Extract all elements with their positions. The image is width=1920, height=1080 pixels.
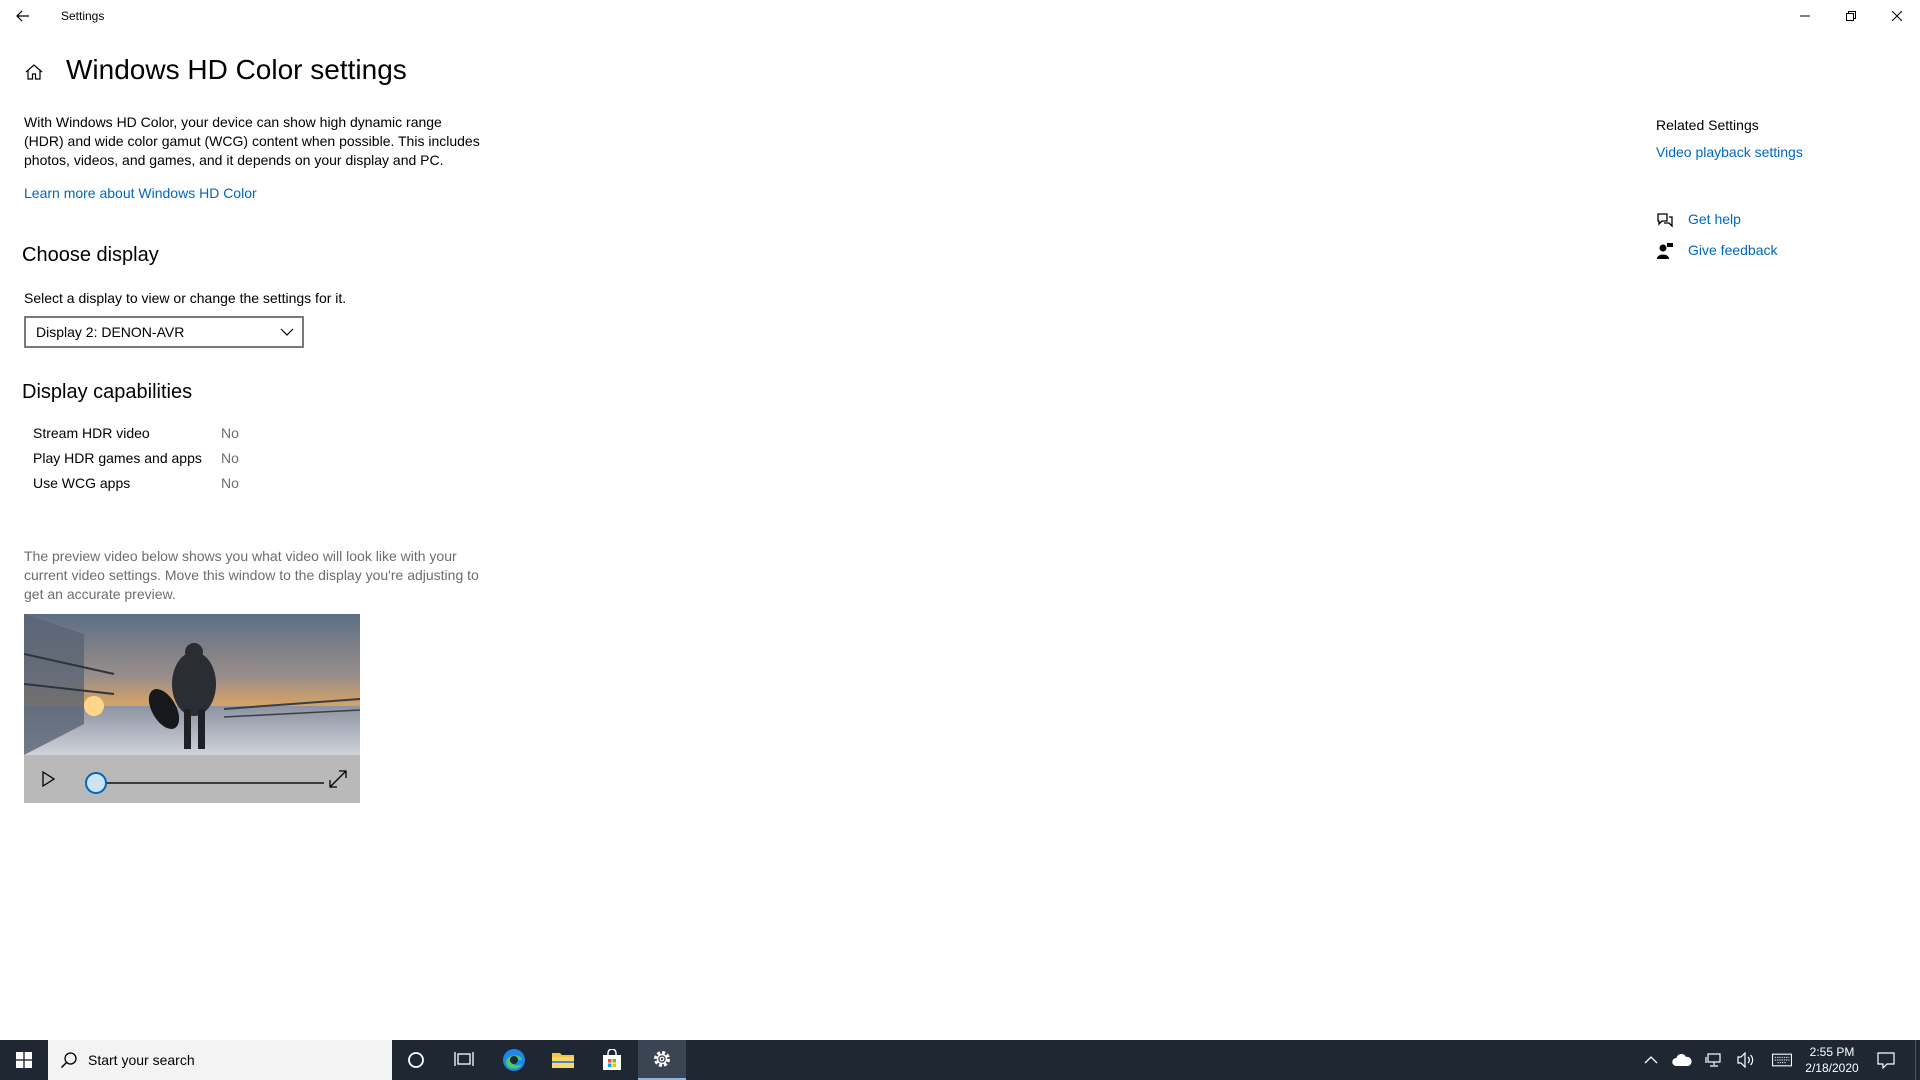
display-capabilities-heading: Display capabilities — [22, 381, 193, 403]
close-button[interactable] — [1874, 0, 1920, 32]
keyboard-icon — [1772, 1053, 1792, 1067]
learn-more-link[interactable]: Learn more about Windows HD Color — [24, 185, 257, 201]
intro-text: With Windows HD Color, your device can s… — [24, 114, 480, 168]
video-playback-settings-link[interactable]: Video playback settings — [1656, 144, 1803, 160]
video-frame — [24, 614, 360, 755]
capability-name: Stream HDR video — [33, 425, 150, 441]
home-button[interactable] — [24, 62, 44, 82]
edge-button[interactable] — [490, 1040, 538, 1080]
action-center-button[interactable] — [1876, 1050, 1896, 1070]
capability-value: No — [221, 475, 239, 491]
store-bag-icon — [603, 1049, 621, 1070]
home-icon — [25, 64, 43, 80]
capability-value: No — [221, 450, 239, 466]
video-controls — [24, 755, 360, 803]
network-icon — [1705, 1053, 1721, 1067]
restore-button[interactable] — [1828, 0, 1874, 32]
seek-slider-thumb[interactable] — [85, 772, 107, 794]
back-button[interactable] — [0, 0, 46, 32]
give-feedback-link[interactable]: Give feedback — [1688, 242, 1778, 258]
taskbar-clock[interactable]: 2:55 PM 2/18/2020 — [1797, 1044, 1867, 1076]
get-help-row[interactable]: Get help — [1656, 209, 1741, 231]
fullscreen-button[interactable] — [326, 767, 350, 791]
clock-time: 2:55 PM — [1809, 1045, 1855, 1059]
speaker-icon — [1737, 1052, 1754, 1068]
settings-window: Settings Windows HD Color settings With … — [0, 0, 1920, 1039]
search-placeholder: Start your search — [88, 1052, 195, 1068]
close-icon — [1892, 11, 1902, 21]
capability-value: No — [221, 425, 239, 441]
play-icon — [42, 770, 56, 788]
minimize-icon — [1800, 15, 1810, 17]
cortana-button[interactable] — [392, 1040, 440, 1080]
fullscreen-icon — [329, 770, 347, 788]
feedback-icon — [1657, 243, 1673, 259]
choose-display-heading: Choose display — [22, 244, 159, 266]
capability-name: Use WCG apps — [33, 475, 131, 491]
search-icon — [60, 1052, 77, 1069]
edge-icon — [503, 1049, 525, 1071]
cortana-icon — [408, 1052, 424, 1068]
volume-button[interactable] — [1736, 1050, 1756, 1070]
get-help-link[interactable]: Get help — [1688, 211, 1741, 227]
store-button[interactable] — [588, 1040, 636, 1080]
display-select-value: Display 2: DENON-AVR — [36, 324, 185, 340]
task-view-icon — [454, 1052, 474, 1066]
chevron-up-icon — [1644, 1056, 1658, 1064]
play-button[interactable] — [38, 769, 58, 789]
chat-help-icon — [1657, 213, 1673, 228]
show-desktop-button[interactable] — [1915, 1040, 1920, 1080]
related-settings-title: Related Settings — [1656, 117, 1759, 133]
seek-track[interactable] — [96, 782, 324, 784]
show-hidden-icons-button[interactable] — [1641, 1050, 1661, 1070]
display-select[interactable]: Display 2: DENON-AVR — [24, 316, 304, 348]
restore-icon — [1846, 11, 1856, 21]
give-feedback-row[interactable]: Give feedback — [1656, 240, 1778, 262]
windows-logo-icon — [16, 1052, 32, 1068]
gear-icon — [654, 1051, 670, 1067]
file-explorer-button[interactable] — [539, 1040, 587, 1080]
touch-keyboard-button[interactable] — [1772, 1050, 1792, 1070]
page-title: Windows HD Color settings — [66, 54, 407, 85]
minimize-button[interactable] — [1782, 0, 1828, 32]
choose-display-label: Select a display to view or change the s… — [24, 290, 347, 306]
settings-taskbar-button[interactable] — [638, 1040, 686, 1080]
folder-icon — [552, 1053, 574, 1068]
chevron-down-icon — [280, 328, 294, 336]
capability-name: Play HDR games and apps — [33, 450, 202, 466]
clock-date: 2/18/2020 — [1805, 1061, 1859, 1075]
notifications-icon — [1877, 1052, 1895, 1069]
start-button[interactable] — [0, 1040, 48, 1080]
preview-video[interactable] — [24, 614, 360, 803]
onedrive-button[interactable] — [1672, 1050, 1692, 1070]
network-button[interactable] — [1704, 1050, 1724, 1070]
task-view-button[interactable] — [440, 1040, 488, 1080]
title-bar: Settings — [0, 0, 1920, 32]
cloud-icon — [1672, 1053, 1692, 1066]
window-title: Settings — [61, 9, 105, 23]
preview-description: The preview video below shows you what v… — [24, 548, 479, 602]
taskbar: Start your search 2:55 PM 2/18/2020 — [0, 1040, 1920, 1080]
taskbar-search-box[interactable]: Start your search — [48, 1040, 392, 1080]
back-arrow-icon — [16, 10, 29, 22]
